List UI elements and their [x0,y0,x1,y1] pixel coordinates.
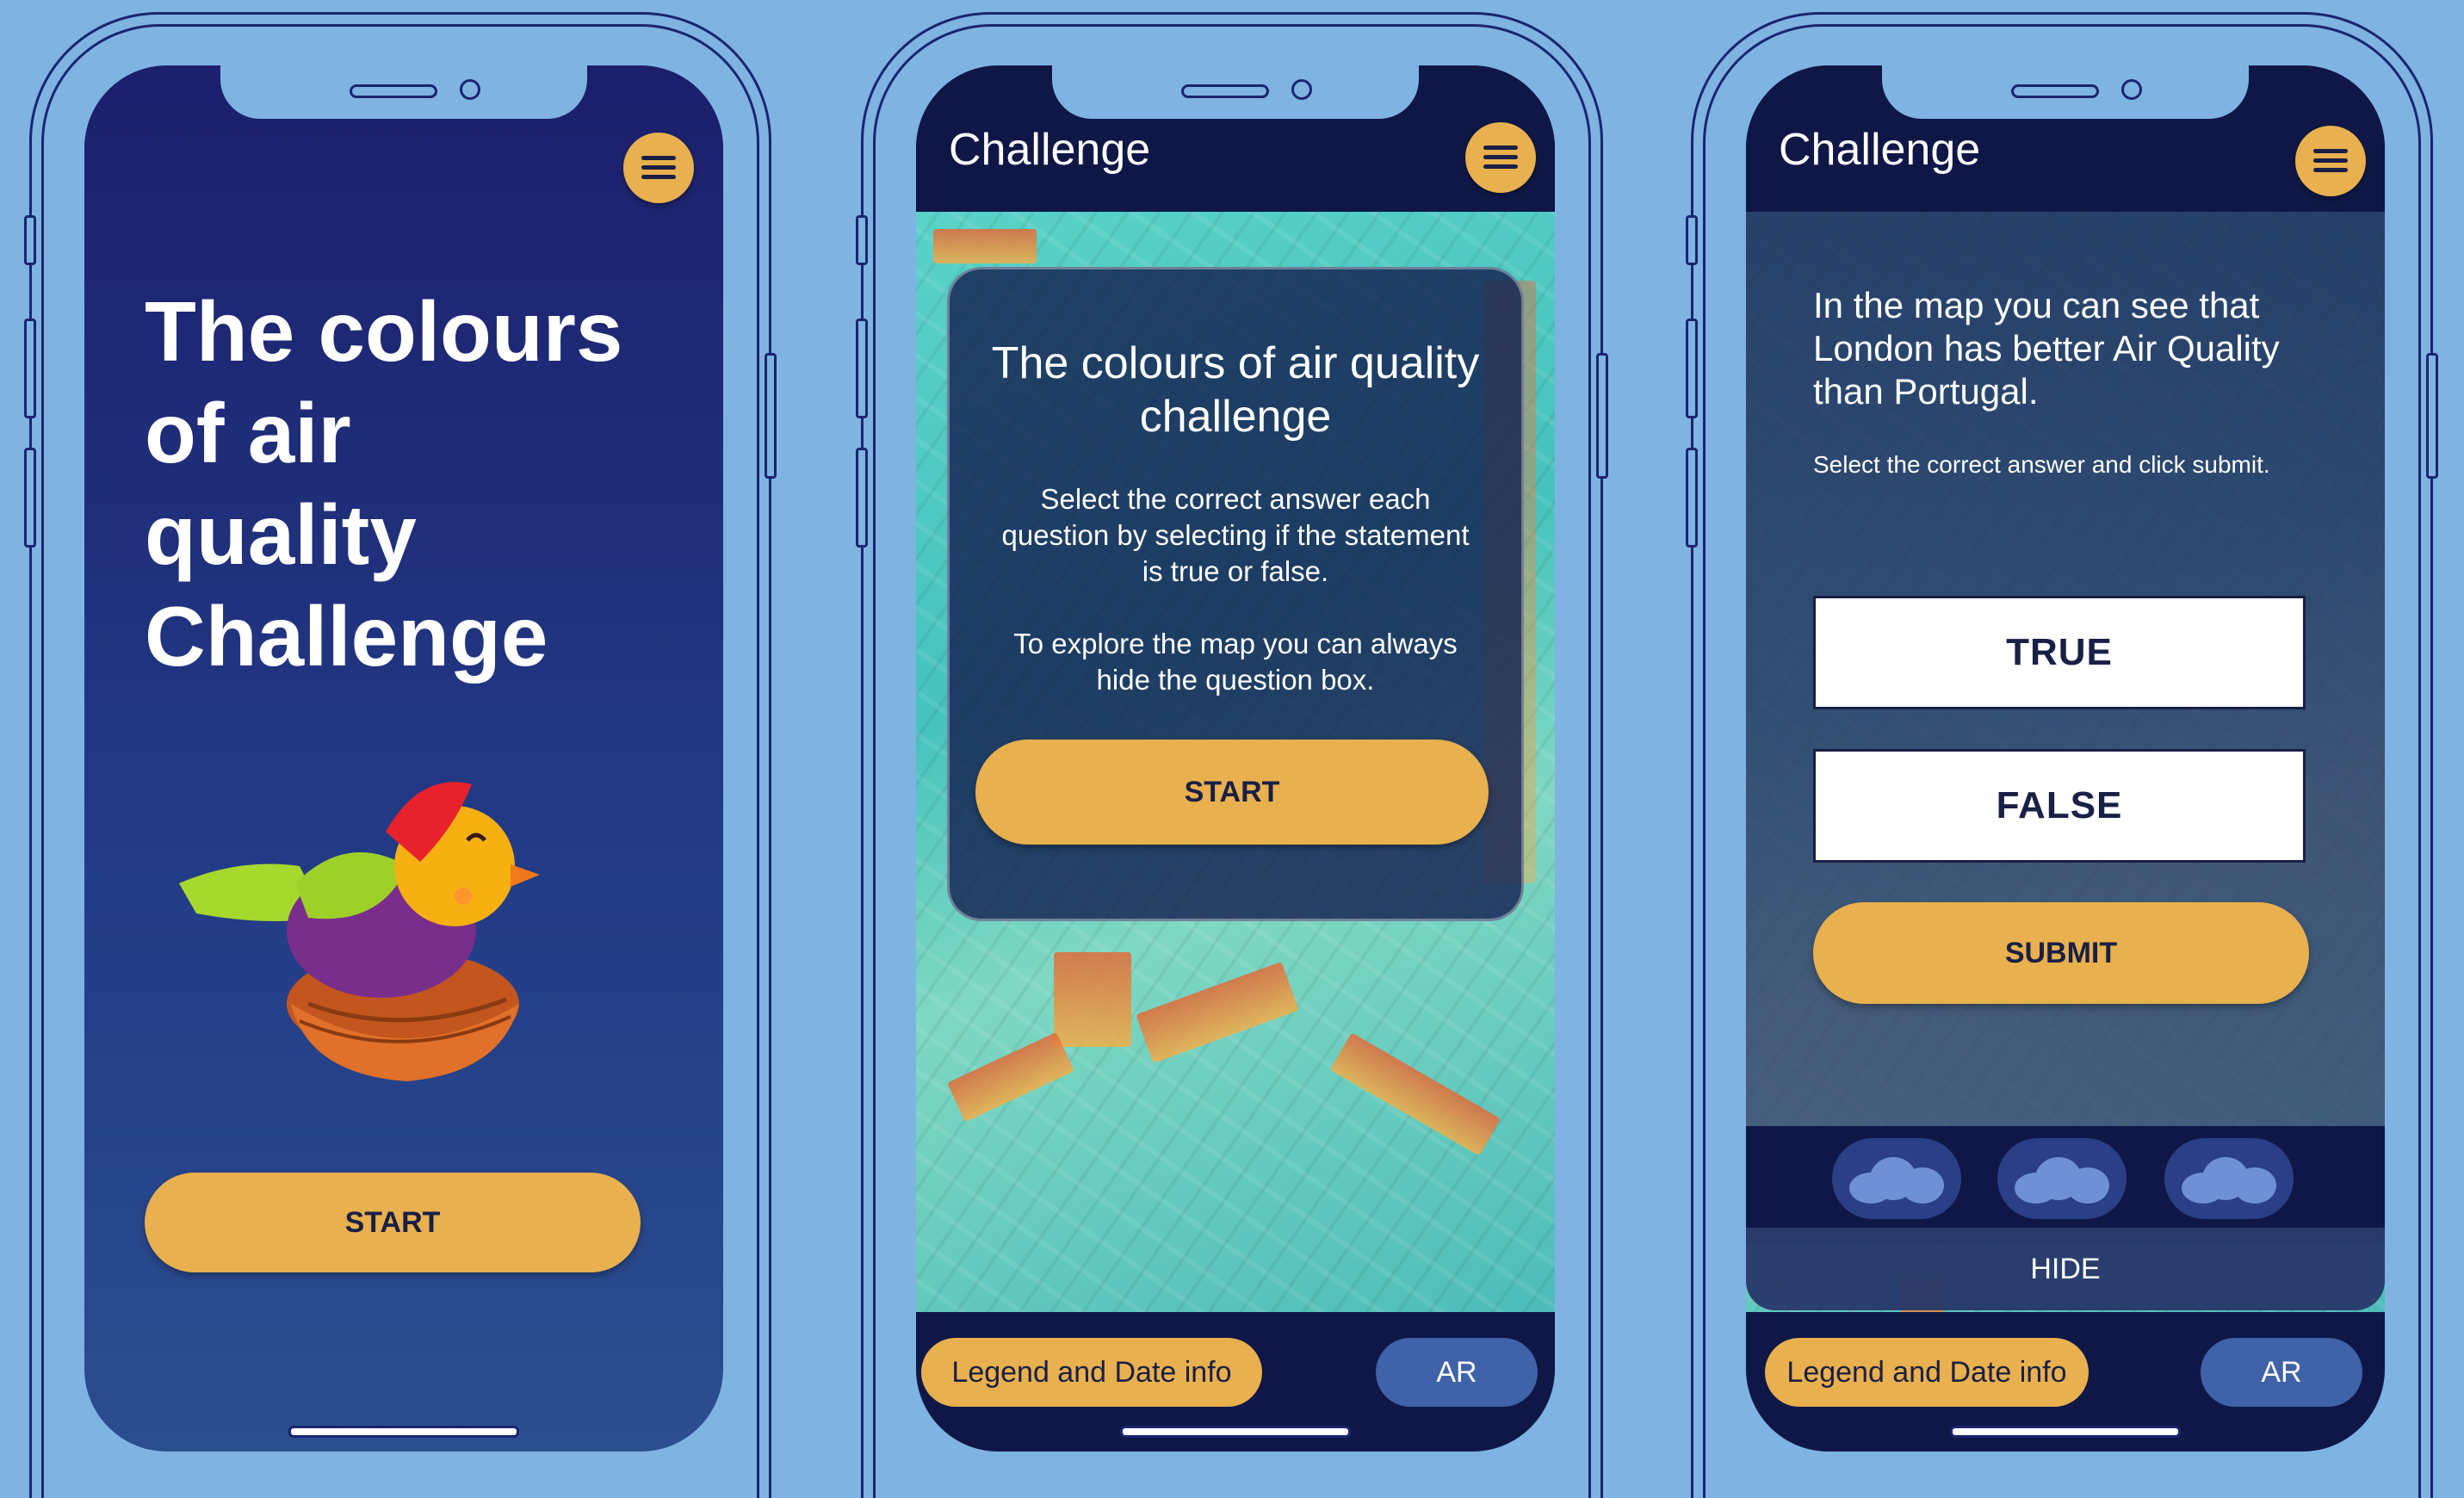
true-option[interactable]: TRUE [1813,596,2306,709]
cloud-progress [1997,1138,2127,1219]
intro-screen: The colours of air quality Challenge STA… [84,65,723,1452]
header-title: Challenge [1779,125,1981,175]
side-button [2426,353,2438,479]
side-button [856,319,868,418]
menu-button[interactable] [623,133,694,203]
phone-intro: The colours of air quality Challenge STA… [24,12,777,1498]
side-button [856,448,868,548]
side-button [24,319,36,418]
map-feature [946,1031,1075,1123]
cloud-progress [1832,1138,1961,1219]
question-text: In the map you can see that London has b… [1813,285,2280,412]
camera [460,79,480,100]
side-button [1686,448,1698,548]
notch [1882,65,2249,119]
bird-in-nest-icon [179,782,540,1081]
notch [220,65,587,119]
speaker [1181,84,1269,98]
home-indicator [1120,1426,1351,1438]
menu-button[interactable] [2295,126,2366,196]
ar-button[interactable]: AR [1376,1338,1538,1407]
hide-button[interactable]: HIDE [1746,1228,2385,1310]
home-indicator [1950,1426,2181,1438]
card-text: To explore the map you can always hide t… [1013,628,1458,696]
side-button [856,215,868,265]
intro-title: The colours of air quality Challenge [145,284,623,684]
side-button [24,448,36,548]
cloud-progress [2164,1138,2294,1219]
instructions-card: The colours of air quality challenge Sel… [947,267,1524,921]
start-button[interactable]: START [145,1173,641,1272]
side-button [1596,353,1608,479]
question-panel: In the map you can see that London has b… [1746,212,2385,1310]
start-button[interactable]: START [975,740,1489,845]
speaker [2011,84,2099,98]
notch [1052,65,1419,119]
phone-question: Challenge In the map you can see that Lo… [1686,12,2438,1498]
submit-button[interactable]: SUBMIT [1813,902,2309,1004]
side-button [24,215,36,265]
map-feature [1136,962,1299,1063]
camera [2121,79,2142,100]
card-text: Select the correct answer each question … [1001,483,1470,587]
instructions-screen: Challenge The colours of air quality cha… [916,65,1555,1452]
side-button [1686,215,1698,265]
hamburger-icon [1483,145,1518,170]
ar-button[interactable]: AR [2201,1338,2362,1407]
card-title: The colours of air quality challenge [991,338,1480,442]
side-button [765,353,777,479]
map-feature [1329,1032,1501,1156]
camera [1291,79,1312,100]
cloud-icon [2182,1154,2276,1204]
map-feature [1054,952,1131,1047]
legend-button[interactable]: Legend and Date info [921,1338,1262,1407]
cloud-icon [2015,1154,2109,1204]
map-feature [933,229,1037,263]
question-screen: Challenge In the map you can see that Lo… [1746,65,2385,1452]
speaker [350,84,437,98]
progress-bar [1746,1126,2385,1228]
hamburger-icon [641,156,676,180]
header-title: Challenge [949,125,1151,175]
menu-button[interactable] [1465,122,1536,193]
phone-instructions: Challenge The colours of air quality cha… [856,12,1608,1498]
question-hint: Select the correct answer and click subm… [1813,451,2270,478]
false-option[interactable]: FALSE [1813,749,2306,863]
home-indicator [288,1426,519,1438]
hamburger-icon [2313,149,2348,173]
legend-button[interactable]: Legend and Date info [1765,1338,2089,1407]
side-button [1686,319,1698,418]
cloud-icon [1849,1154,1944,1204]
